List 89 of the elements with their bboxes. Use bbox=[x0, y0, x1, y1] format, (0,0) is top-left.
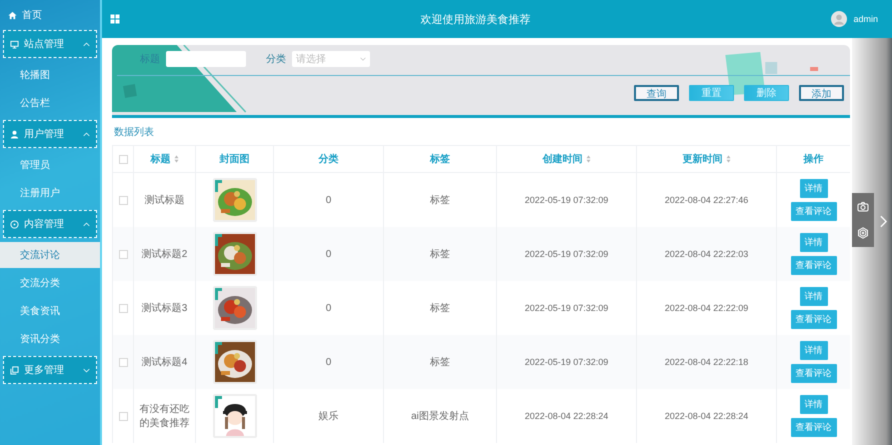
sidebar-item[interactable]: 首页 bbox=[0, 4, 100, 26]
title-input[interactable] bbox=[166, 51, 246, 67]
table-cell: 2022-08-04 22:27:46 bbox=[664, 195, 748, 205]
sidebar-item[interactable]: 管理员 bbox=[0, 152, 100, 178]
table-cell-text: 测试标题4 bbox=[142, 356, 188, 369]
sort-icon[interactable] bbox=[586, 155, 590, 163]
table-cell: 0 bbox=[326, 248, 332, 260]
chevron-up-icon bbox=[83, 132, 90, 136]
table-cell-text: 娱乐 bbox=[318, 410, 338, 423]
user-name[interactable]: admin bbox=[853, 14, 878, 24]
table-cell-text: 测试标题3 bbox=[142, 302, 188, 315]
select-all-checkbox[interactable] bbox=[118, 154, 128, 164]
copy-icon bbox=[10, 366, 19, 374]
row-action-button[interactable]: 详情 bbox=[800, 179, 828, 198]
section-title: 数据列表 bbox=[113, 126, 155, 140]
sidebar-item[interactable]: 资讯分类 bbox=[0, 326, 100, 352]
table-cell-text: 测试标题 bbox=[144, 194, 184, 207]
column-header[interactable]: 操作 bbox=[804, 152, 824, 166]
row-action-button[interactable]: 详情 bbox=[800, 341, 828, 360]
sidebar-item[interactable]: 公告栏 bbox=[0, 90, 100, 116]
table-cell: 0 bbox=[326, 194, 332, 206]
row-checkbox[interactable] bbox=[118, 358, 128, 366]
hexagon-icon[interactable] bbox=[857, 227, 869, 239]
monitor-icon bbox=[10, 40, 19, 48]
sidebar-item[interactable]: 美食资讯 bbox=[0, 298, 100, 324]
action-button[interactable]: 查询 bbox=[634, 85, 679, 101]
column-header[interactable]: 标题 bbox=[150, 152, 170, 166]
table-cell: 2022-05-19 07:32:09 bbox=[524, 195, 608, 205]
table-cell-text: 标签 bbox=[430, 302, 450, 315]
sidebar-item[interactable]: 注册用户 bbox=[0, 180, 100, 206]
category-select[interactable]: 请选择 bbox=[292, 51, 370, 67]
row-checkbox[interactable] bbox=[118, 304, 128, 312]
table-cell: 0 bbox=[326, 302, 332, 314]
chevron-up-icon bbox=[83, 222, 90, 226]
row-action-button[interactable]: 详情 bbox=[800, 395, 828, 414]
row-action-button[interactable]: 详情 bbox=[800, 233, 828, 252]
home-icon bbox=[8, 10, 17, 20]
table-cell: 0 bbox=[326, 356, 332, 368]
row-action-button[interactable]: 查看评论 bbox=[790, 256, 836, 275]
column-header[interactable]: 标签 bbox=[430, 152, 450, 166]
table-cell: 2022-08-04 22:22:03 bbox=[664, 249, 748, 259]
table-cell: 2022-08-04 22:28:24 bbox=[664, 411, 748, 421]
table-cell: 2022-08-04 22:28:24 bbox=[524, 411, 608, 421]
table-cell: 2022-08-04 22:22:09 bbox=[664, 303, 748, 313]
action-button[interactable]: 重置 bbox=[689, 85, 734, 101]
table-cell: 2022-05-19 07:32:09 bbox=[524, 357, 608, 367]
sort-icon[interactable] bbox=[726, 155, 730, 163]
column-header[interactable]: 更新时间 bbox=[682, 152, 722, 166]
column-header[interactable]: 创建时间 bbox=[542, 152, 582, 166]
row-checkbox[interactable] bbox=[118, 196, 128, 204]
table-cell-text: ai图景发射点 bbox=[411, 410, 469, 423]
chat-icon bbox=[10, 220, 19, 228]
avatar-icon[interactable] bbox=[831, 11, 848, 27]
sidebar-item[interactable]: 交流分类 bbox=[0, 270, 100, 296]
chevron-up-icon bbox=[83, 42, 90, 46]
table-cell-text: 有没有还吃的美食推荐 bbox=[138, 403, 190, 430]
camera-icon[interactable] bbox=[857, 201, 869, 213]
table-cell-text: 标签 bbox=[430, 194, 450, 207]
row-checkbox[interactable] bbox=[118, 412, 128, 420]
field-label: 分类 bbox=[266, 52, 286, 66]
sidebar-item[interactable]: 交流讨论 bbox=[0, 242, 100, 268]
table-cell-text: 标签 bbox=[430, 356, 450, 369]
user-icon bbox=[10, 130, 19, 138]
row-action-button[interactable]: 查看评论 bbox=[790, 310, 836, 329]
column-header[interactable]: 封面图 bbox=[220, 152, 250, 166]
sidebar-group[interactable]: 站点管理 bbox=[3, 30, 97, 58]
chevron-down-icon bbox=[360, 57, 366, 61]
row-action-button[interactable]: 查看评论 bbox=[790, 364, 836, 383]
row-checkbox[interactable] bbox=[118, 250, 128, 258]
menu-icon[interactable] bbox=[110, 14, 120, 24]
table-cell: 2022-08-04 22:22:18 bbox=[664, 357, 748, 367]
table-cell: 2022-05-19 07:32:09 bbox=[524, 303, 608, 313]
row-action-button[interactable]: 查看评论 bbox=[790, 202, 836, 221]
row-action-button[interactable]: 查看评论 bbox=[790, 418, 836, 437]
sidebar-group[interactable]: 内容管理 bbox=[3, 210, 97, 238]
chevron-right-icon[interactable] bbox=[880, 215, 887, 228]
chevron-down-icon bbox=[83, 368, 90, 372]
action-button[interactable]: 添加 bbox=[799, 85, 844, 101]
action-button[interactable]: 删除 bbox=[744, 85, 789, 101]
row-action-button[interactable]: 详情 bbox=[800, 287, 828, 306]
sidebar-group[interactable]: 更多管理 bbox=[3, 356, 97, 384]
sidebar-item[interactable]: 轮播图 bbox=[0, 62, 100, 88]
table-cell-text: 标签 bbox=[430, 248, 450, 261]
table-cell-text: 测试标题2 bbox=[142, 248, 188, 261]
sidebar-group[interactable]: 用户管理 bbox=[3, 120, 97, 148]
app-title: 欢迎使用旅游美食推荐 bbox=[420, 12, 532, 26]
sort-icon[interactable] bbox=[174, 155, 178, 163]
column-header[interactable]: 分类 bbox=[318, 152, 338, 166]
table-cell: 2022-05-19 07:32:09 bbox=[524, 249, 608, 259]
